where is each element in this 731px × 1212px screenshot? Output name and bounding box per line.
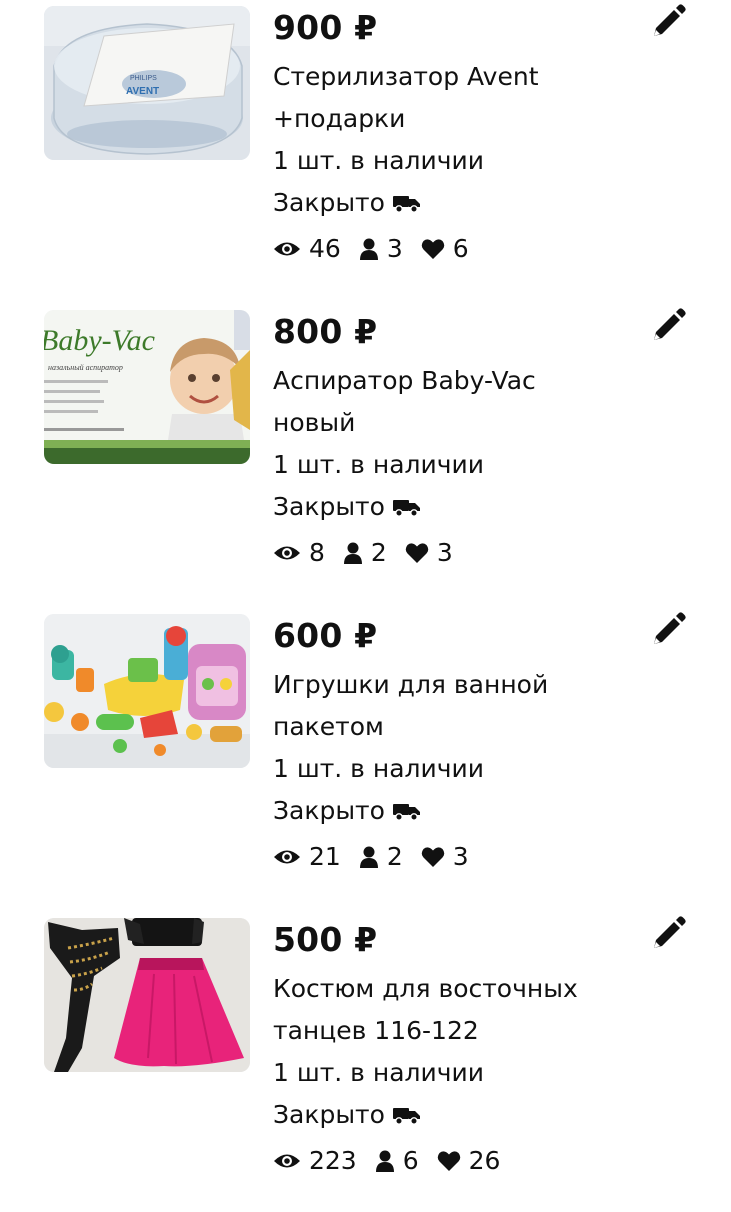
heart-icon [421, 239, 444, 259]
views-stat: 46 [273, 228, 341, 270]
contacts-stat: 3 [359, 228, 403, 270]
contacts-stat: 2 [359, 836, 403, 878]
listing-stock: 1 шт. в наличии [273, 754, 485, 783]
costume-photo [44, 918, 250, 1072]
aspirator-box-photo: Baby-Vac назальный аспиратор [44, 310, 250, 464]
listing-status: Закрыто [273, 182, 633, 224]
eye-icon [274, 1154, 300, 1168]
status-label: Закрыто [273, 492, 385, 521]
listing-photo[interactable]: Baby-Vac назальный аспиратор [44, 310, 250, 464]
likes-stat: 6 [421, 228, 469, 270]
svg-text:назальный аспиратор: назальный аспиратор [48, 363, 123, 372]
views-stat: 8 [273, 532, 325, 574]
listing-title-line[interactable]: +подарки [273, 98, 633, 140]
listing-title-line[interactable]: Аспиратор Baby-Vac [273, 360, 633, 402]
heart-icon [421, 847, 444, 867]
status-label: Закрыто [273, 796, 385, 825]
listing-status: Закрыто [273, 790, 633, 832]
svg-text:AVENT: AVENT [126, 86, 159, 97]
listing-status: Закрыто [273, 486, 633, 528]
listing-stock: 1 шт. в наличии [273, 146, 485, 175]
status-label: Закрыто [273, 1100, 385, 1129]
listing-price: 600 ₽ [273, 616, 378, 655]
pencil-icon[interactable] [650, 308, 686, 344]
contacts-count: 6 [402, 1146, 419, 1175]
listing-title-line[interactable]: Игрушки для ванной [273, 664, 633, 706]
listing-title-line[interactable]: новый [273, 402, 633, 444]
contacts-stat: 6 [375, 1140, 419, 1182]
truck-icon [392, 196, 420, 213]
listing-card[interactable]: PHILIPS AVENT 900 ₽ Стерилизатор Avent +… [0, 0, 731, 300]
pencil-icon[interactable] [650, 916, 686, 952]
likes-count: 26 [468, 1146, 501, 1175]
views-count: 46 [309, 234, 341, 263]
listing-title-line[interactable]: Костюм для восточных [273, 968, 633, 1010]
eye-icon [274, 242, 300, 256]
eye-icon [274, 546, 300, 560]
person-icon [375, 1150, 394, 1172]
likes-stat: 3 [405, 532, 453, 574]
svg-text:PHILIPS: PHILIPS [130, 75, 157, 82]
views-count: 223 [309, 1146, 357, 1175]
eye-icon [274, 850, 300, 864]
views-count: 21 [309, 842, 341, 871]
svg-text:Baby-Vac: Baby-Vac [44, 324, 155, 357]
truck-icon [392, 500, 420, 517]
listing-price: 500 ₽ [273, 920, 378, 959]
likes-count: 3 [452, 842, 469, 871]
listing-card[interactable]: Baby-Vac назальный аспиратор 800 ₽ Аспир… [0, 304, 731, 604]
listing-title-line[interactable]: пакетом [273, 706, 633, 748]
listing-stats: 223 6 26 [273, 1140, 633, 1182]
heart-icon [405, 543, 429, 563]
listing-photo[interactable] [44, 918, 250, 1072]
listing-price: 800 ₽ [273, 312, 378, 351]
views-count: 8 [309, 538, 325, 567]
heart-icon [437, 1151, 460, 1171]
likes-stat: 3 [421, 836, 469, 878]
person-icon [359, 846, 378, 868]
listing-stats: 21 2 3 [273, 836, 633, 878]
contacts-count: 2 [386, 842, 403, 871]
person-icon [343, 542, 362, 564]
listing-card[interactable]: 500 ₽ Костюм для восточных танцев 116-12… [0, 912, 731, 1212]
listing-title-line[interactable]: Стерилизатор Avent [273, 56, 633, 98]
bath-toys-photo [44, 614, 250, 768]
likes-count: 3 [436, 538, 453, 567]
truck-icon [392, 804, 420, 821]
listing-status: Закрыто [273, 1094, 633, 1136]
contacts-stat: 2 [343, 532, 387, 574]
contacts-count: 2 [370, 538, 387, 567]
listing-stats: 8 2 3 [273, 532, 633, 574]
pencil-icon[interactable] [650, 4, 686, 40]
listing-stock: 1 шт. в наличии [273, 1058, 485, 1087]
listing-card[interactable]: 600 ₽ Игрушки для ванной пакетом 1 шт. в… [0, 608, 731, 908]
listing-stock: 1 шт. в наличии [273, 450, 485, 479]
views-stat: 223 [273, 1140, 357, 1182]
pencil-icon[interactable] [650, 612, 686, 648]
likes-count: 6 [452, 234, 469, 263]
listing-photo[interactable] [44, 614, 250, 768]
status-label: Закрыто [273, 188, 385, 217]
listing-photo[interactable]: PHILIPS AVENT [44, 6, 250, 160]
views-stat: 21 [273, 836, 341, 878]
sterilizer-photo: PHILIPS AVENT [44, 6, 250, 160]
contacts-count: 3 [386, 234, 403, 263]
person-icon [359, 238, 378, 260]
listing-price: 900 ₽ [273, 8, 378, 47]
listing-title-line[interactable]: танцев 116-122 [273, 1010, 633, 1052]
truck-icon [392, 1108, 420, 1125]
likes-stat: 26 [437, 1140, 501, 1182]
listing-stats: 46 3 6 [273, 228, 633, 270]
